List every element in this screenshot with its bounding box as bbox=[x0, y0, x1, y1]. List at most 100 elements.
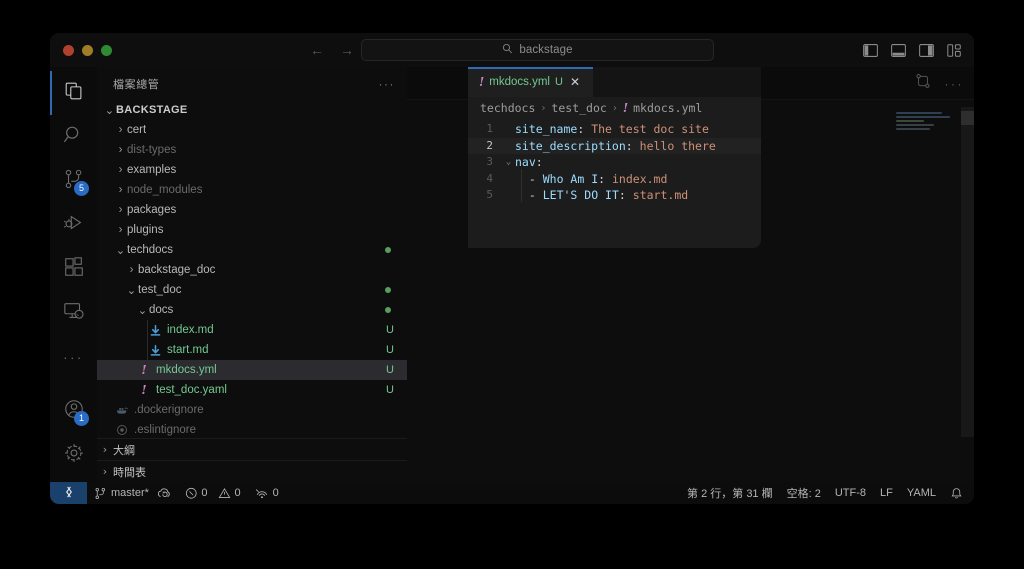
status-encoding[interactable]: UTF-8 bbox=[828, 482, 873, 504]
tree-folder-backstage-doc[interactable]: › backstage_doc bbox=[97, 260, 407, 280]
tree-file-dockerignore[interactable]: .dockerignore bbox=[97, 400, 407, 420]
sidebar-sections: › 大綱 › 時間表 bbox=[97, 438, 407, 482]
status-indentation[interactable]: 空格: 2 bbox=[780, 482, 828, 504]
activity-item-explorer[interactable] bbox=[50, 71, 97, 115]
chevron-right-icon[interactable]: › bbox=[114, 184, 127, 196]
tree-root-backstage[interactable]: ⌄ BACKSTAGE bbox=[97, 100, 407, 120]
tree-item-label: index.md bbox=[167, 324, 214, 336]
tree-file-start-md[interactable]: start.md U bbox=[97, 340, 407, 360]
back-icon[interactable]: ← bbox=[310, 43, 324, 57]
code-editor[interactable]: 1 site_name: The test doc site 2 site_descr… bbox=[468, 119, 761, 204]
sidebar-section-大綱[interactable]: › 大綱 bbox=[97, 438, 407, 460]
run-debug-icon bbox=[63, 212, 85, 239]
toggle-secondary-sidebar-icon[interactable] bbox=[918, 42, 934, 58]
breadcrumb: techdocs › test_doc › ! mkdocs.yml bbox=[468, 97, 761, 119]
sync-cloud-icon[interactable] bbox=[157, 487, 171, 500]
file-tree[interactable]: ⌄ BACKSTAGE › cert › dist-types › examples › node… bbox=[97, 100, 407, 438]
status-eol[interactable]: LF bbox=[873, 482, 900, 504]
maximize-window-button[interactable] bbox=[101, 44, 112, 56]
activity-item-remote-explorer[interactable]: >_ bbox=[50, 291, 97, 335]
minimize-window-button[interactable] bbox=[82, 44, 93, 56]
chevron-down-icon[interactable]: ⌄ bbox=[114, 243, 127, 257]
svg-text:>_: >_ bbox=[75, 312, 82, 318]
editor-scrollbar-thumb[interactable] bbox=[961, 111, 974, 125]
close-window-button[interactable] bbox=[63, 44, 74, 56]
breadcrumb-item-0[interactable]: techdocs bbox=[480, 101, 535, 115]
breadcrumb-item-1[interactable]: test_doc bbox=[551, 101, 606, 115]
activity-item-settings[interactable] bbox=[50, 433, 97, 477]
tree-folder-techdocs[interactable]: ⌄ techdocs bbox=[97, 240, 407, 260]
sidebar-more-actions-icon[interactable]: ··· bbox=[379, 77, 396, 91]
minimap[interactable] bbox=[896, 112, 960, 134]
editor-tab-label: mkdocs.yml bbox=[489, 76, 550, 88]
activity-item-extensions[interactable] bbox=[50, 247, 97, 291]
activity-item-run-and-debug[interactable] bbox=[50, 203, 97, 247]
tree-item-label: backstage_doc bbox=[138, 264, 216, 276]
tree-item-label: plugins bbox=[127, 224, 164, 236]
toggle-panel-icon[interactable] bbox=[890, 42, 906, 58]
activity-item-more-views[interactable]: ··· bbox=[50, 335, 97, 379]
activity-item-search[interactable] bbox=[50, 115, 97, 159]
activity-item-source-control[interactable]: 5 bbox=[50, 159, 97, 203]
tree-folder-docs[interactable]: ⌄ docs bbox=[97, 300, 407, 320]
tree-folder-packages[interactable]: › packages bbox=[97, 200, 407, 220]
chevron-right-icon: › bbox=[611, 102, 618, 114]
chevron-right-icon[interactable]: › bbox=[114, 224, 127, 236]
editor-more-actions-icon[interactable]: ··· bbox=[945, 77, 965, 91]
code-line-1[interactable]: 1 site_name: The test doc site bbox=[468, 121, 761, 138]
chevron-right-icon[interactable]: › bbox=[125, 264, 138, 276]
tree-folder-examples[interactable]: › examples bbox=[97, 160, 407, 180]
floating-editor-group: ! mkdocs.yml U ✕ techdocs › test_doc › !… bbox=[468, 67, 761, 248]
tree-file-test-doc-yaml[interactable]: ! test_doc.yaml U bbox=[97, 380, 407, 400]
tree-item-label: techdocs bbox=[127, 244, 174, 256]
code-line-4[interactable]: 4 - Who Am I: index.md bbox=[468, 171, 761, 188]
compare-changes-icon[interactable] bbox=[915, 73, 931, 94]
status-language-mode[interactable]: YAML bbox=[900, 482, 943, 504]
chevron-down-icon[interactable]: ⌄ bbox=[125, 283, 138, 297]
title-bar: ← → backstage bbox=[50, 33, 974, 67]
tree-folder-test-doc[interactable]: ⌄ test_doc bbox=[97, 280, 407, 300]
fold-chevron-down-icon[interactable]: ⌄ bbox=[502, 154, 515, 171]
editor-toolbar-actions: ··· bbox=[915, 67, 965, 100]
breadcrumb-item-2[interactable]: mkdocs.yml bbox=[633, 101, 702, 115]
tree-file-index-md[interactable]: index.md U bbox=[97, 320, 407, 340]
forward-icon[interactable]: → bbox=[340, 43, 354, 57]
tree-folder-dist-types[interactable]: › dist-types bbox=[97, 140, 407, 160]
status-cursor-position[interactable]: 第 2 行，第 31 欄 bbox=[680, 482, 780, 504]
editor-tab-mkdocs-yml[interactable]: ! mkdocs.yml U ✕ bbox=[468, 67, 593, 97]
command-center-search[interactable]: backstage bbox=[361, 39, 714, 61]
chevron-down-icon[interactable]: ⌄ bbox=[136, 303, 149, 317]
tree-folder-cert[interactable]: › cert bbox=[97, 120, 407, 140]
tree-folder-node-modules[interactable]: › node_modules bbox=[97, 180, 407, 200]
navigation-arrows: ← → bbox=[310, 33, 354, 67]
code-line-text: - LET'S DO IT: start.md bbox=[528, 188, 689, 202]
code-line-3[interactable]: 3 ⌄ nav: bbox=[468, 154, 761, 171]
tree-folder-plugins[interactable]: › plugins bbox=[97, 220, 407, 240]
code-line-2[interactable]: 2 site_description: hello there bbox=[468, 137, 761, 154]
status-problems[interactable]: 0 0 bbox=[178, 482, 248, 504]
notifications-bell-icon[interactable] bbox=[943, 482, 970, 504]
status-ports[interactable]: 0 bbox=[248, 482, 286, 504]
tree-file-eslintignore[interactable]: .eslintignore bbox=[97, 420, 407, 438]
docker-icon bbox=[114, 404, 130, 416]
markdown-icon bbox=[147, 324, 163, 337]
close-icon[interactable]: ✕ bbox=[570, 75, 580, 89]
chevron-right-icon[interactable]: › bbox=[114, 144, 127, 156]
sidebar-section-時間表[interactable]: › 時間表 bbox=[97, 460, 407, 482]
customize-layout-icon[interactable] bbox=[946, 42, 962, 58]
remote-window-indicator[interactable] bbox=[50, 482, 87, 504]
git-status-badge: U bbox=[386, 324, 394, 336]
code-line-5[interactable]: 5 - LET'S DO IT: start.md bbox=[468, 187, 761, 204]
editor-scrollbar[interactable] bbox=[961, 107, 974, 437]
tree-file-mkdocs-yml[interactable]: ! mkdocs.yml U bbox=[97, 360, 407, 380]
chevron-right-icon[interactable]: › bbox=[114, 164, 127, 176]
tree-item-label: test_doc bbox=[138, 284, 182, 296]
chevron-right-icon[interactable]: › bbox=[114, 204, 127, 216]
toggle-primary-sidebar-icon[interactable] bbox=[862, 42, 878, 58]
error-icon bbox=[185, 487, 198, 500]
chevron-right-icon[interactable]: › bbox=[114, 124, 127, 136]
activity-item-accounts[interactable]: 1 bbox=[50, 389, 97, 433]
command-center-text: backstage bbox=[519, 44, 573, 56]
chevron-down-icon[interactable]: ⌄ bbox=[103, 103, 116, 117]
status-branch[interactable]: master* bbox=[87, 482, 178, 504]
